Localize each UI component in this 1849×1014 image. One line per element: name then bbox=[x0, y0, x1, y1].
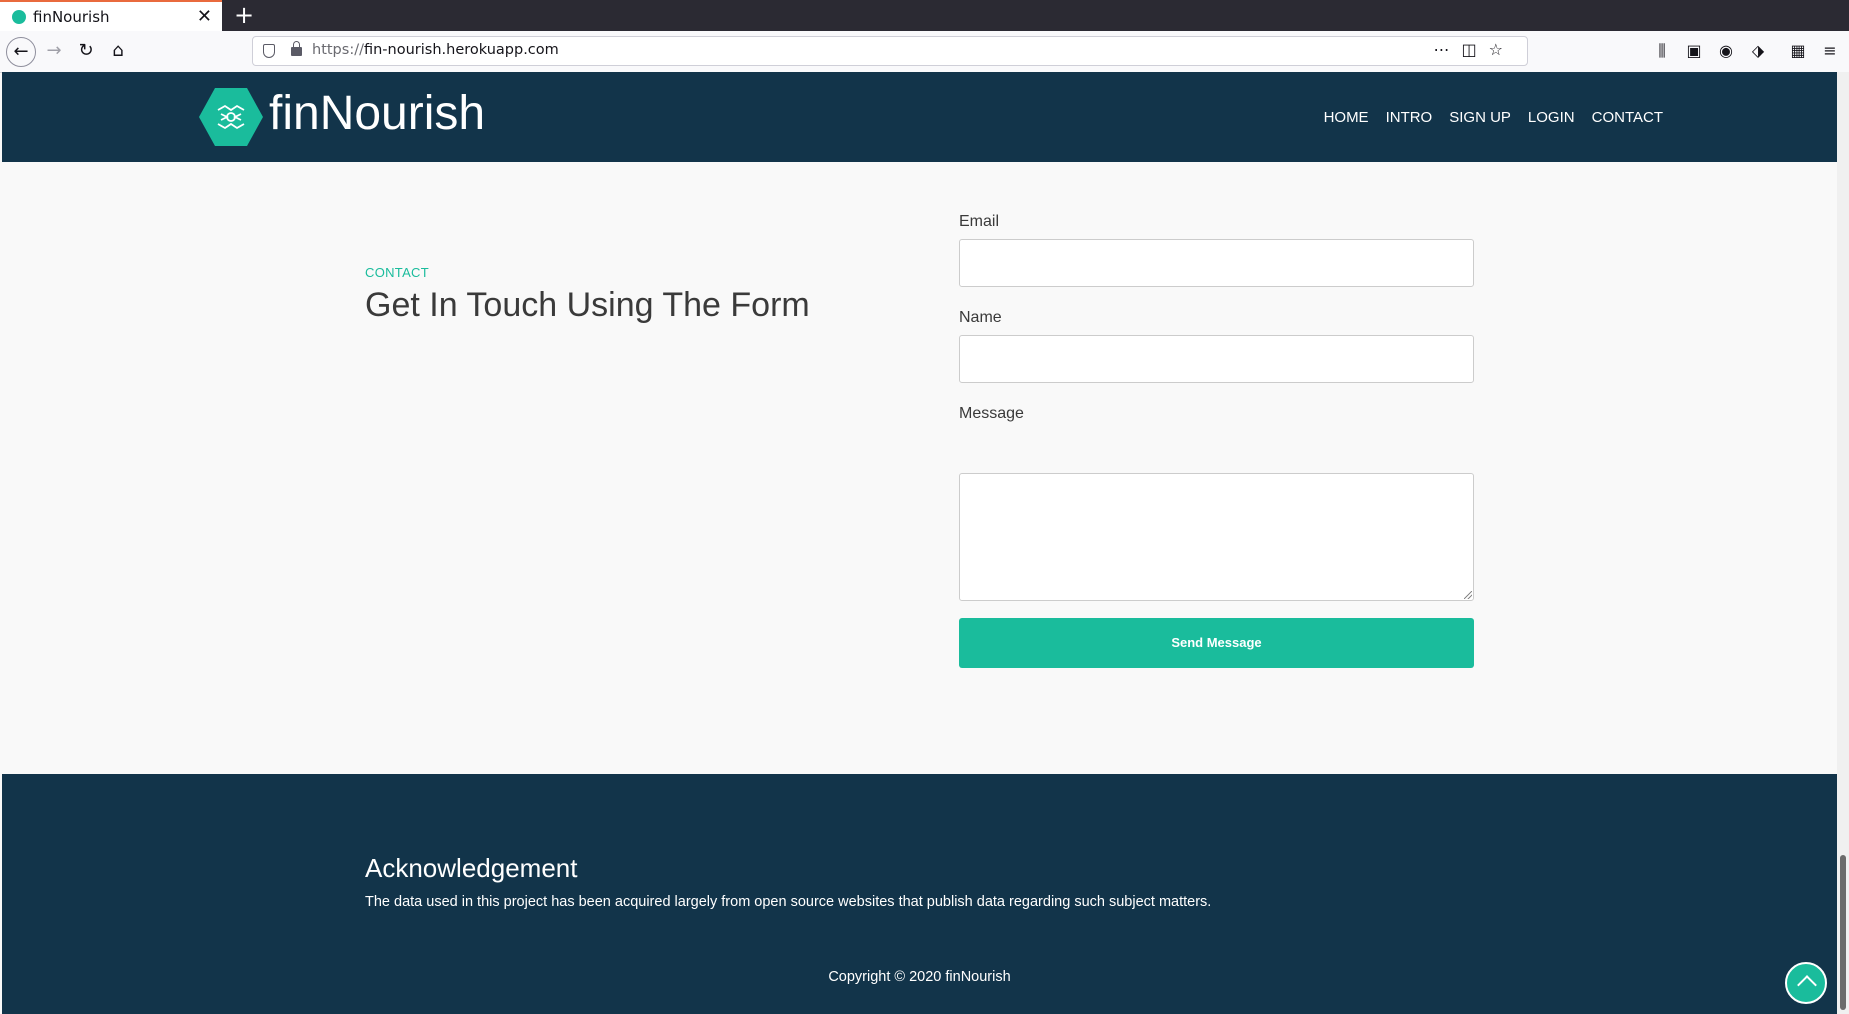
tracking-shield-icon[interactable] bbox=[263, 44, 275, 58]
name-label: Name bbox=[959, 309, 1002, 326]
browser-tab[interactable]: finNourish ✕ bbox=[0, 0, 222, 31]
page-actions-icon[interactable]: ⋯◫☆ bbox=[1434, 40, 1515, 59]
site-nav: HOME INTRO SIGN UP LOGIN CONTACT bbox=[1324, 109, 1663, 126]
acknowledgement-title: Acknowledgement bbox=[365, 853, 578, 883]
nav-home[interactable]: HOME bbox=[1324, 109, 1369, 126]
email-field[interactable] bbox=[959, 239, 1474, 287]
site-header: finNourish HOME INTRO SIGN UP LOGIN CONT… bbox=[2, 72, 1837, 162]
logo-icon[interactable] bbox=[199, 88, 263, 146]
copyright-text: Copyright © 2020 finNourish bbox=[828, 969, 1011, 985]
new-tab-icon[interactable]: + bbox=[234, 1, 254, 29]
scrollbar-thumb[interactable] bbox=[1840, 855, 1846, 1010]
resize-grip-icon[interactable] bbox=[1464, 591, 1472, 599]
tag-icon[interactable]: ⬗ bbox=[1744, 37, 1772, 65]
chevron-up-icon bbox=[1797, 975, 1817, 995]
handshake-icon bbox=[217, 104, 245, 130]
nav-sign-up[interactable]: SIGN UP bbox=[1449, 109, 1511, 126]
section-title: Get In Touch Using The Form bbox=[365, 286, 810, 324]
nav-intro[interactable]: INTRO bbox=[1386, 109, 1433, 126]
send-message-button[interactable]: Send Message bbox=[959, 618, 1474, 668]
nav-contact[interactable]: CONTACT bbox=[1592, 109, 1663, 126]
section-eyebrow: CONTACT bbox=[365, 265, 429, 280]
nav-login[interactable]: LOGIN bbox=[1528, 109, 1575, 126]
library-icon[interactable]: ⫼ bbox=[1648, 37, 1676, 65]
back-arrow-icon[interactable]: ← bbox=[6, 37, 36, 67]
lock-icon[interactable] bbox=[291, 41, 302, 56]
forward-arrow-icon[interactable]: → bbox=[40, 37, 68, 65]
reload-icon[interactable]: ↻ bbox=[72, 37, 100, 65]
menu-icon[interactable]: ≡ bbox=[1816, 37, 1844, 65]
home-icon[interactable]: ⌂ bbox=[104, 37, 132, 65]
back-to-top-button[interactable] bbox=[1785, 962, 1827, 1004]
favicon-icon bbox=[12, 10, 26, 24]
acknowledgement-text: The data used in this project has been a… bbox=[365, 894, 1212, 910]
tab-title: finNourish bbox=[33, 8, 110, 26]
name-field[interactable] bbox=[959, 335, 1474, 383]
browser-toolbar: ← → ↻ ⌂ https://fin-nourish.herokuapp.co… bbox=[0, 31, 1849, 73]
email-label: Email bbox=[959, 213, 1000, 230]
brand-name[interactable]: finNourish bbox=[269, 86, 485, 141]
extensions-icon[interactable]: ▦ bbox=[1784, 37, 1812, 65]
url-text[interactable]: https://fin-nourish.herokuapp.com bbox=[312, 42, 559, 58]
sidebar-icon[interactable]: ▣ bbox=[1680, 37, 1708, 65]
message-label: Message bbox=[959, 405, 1024, 422]
address-bar[interactable]: https://fin-nourish.herokuapp.com ⋯◫☆ bbox=[252, 36, 1528, 66]
message-textarea[interactable] bbox=[959, 473, 1474, 601]
close-tab-icon[interactable]: ✕ bbox=[197, 6, 212, 27]
account-icon[interactable]: ◉ bbox=[1712, 37, 1740, 65]
browser-tab-strip: finNourish ✕ + bbox=[0, 0, 1849, 31]
page-viewport: finNourish HOME INTRO SIGN UP LOGIN CONT… bbox=[2, 72, 1837, 1014]
